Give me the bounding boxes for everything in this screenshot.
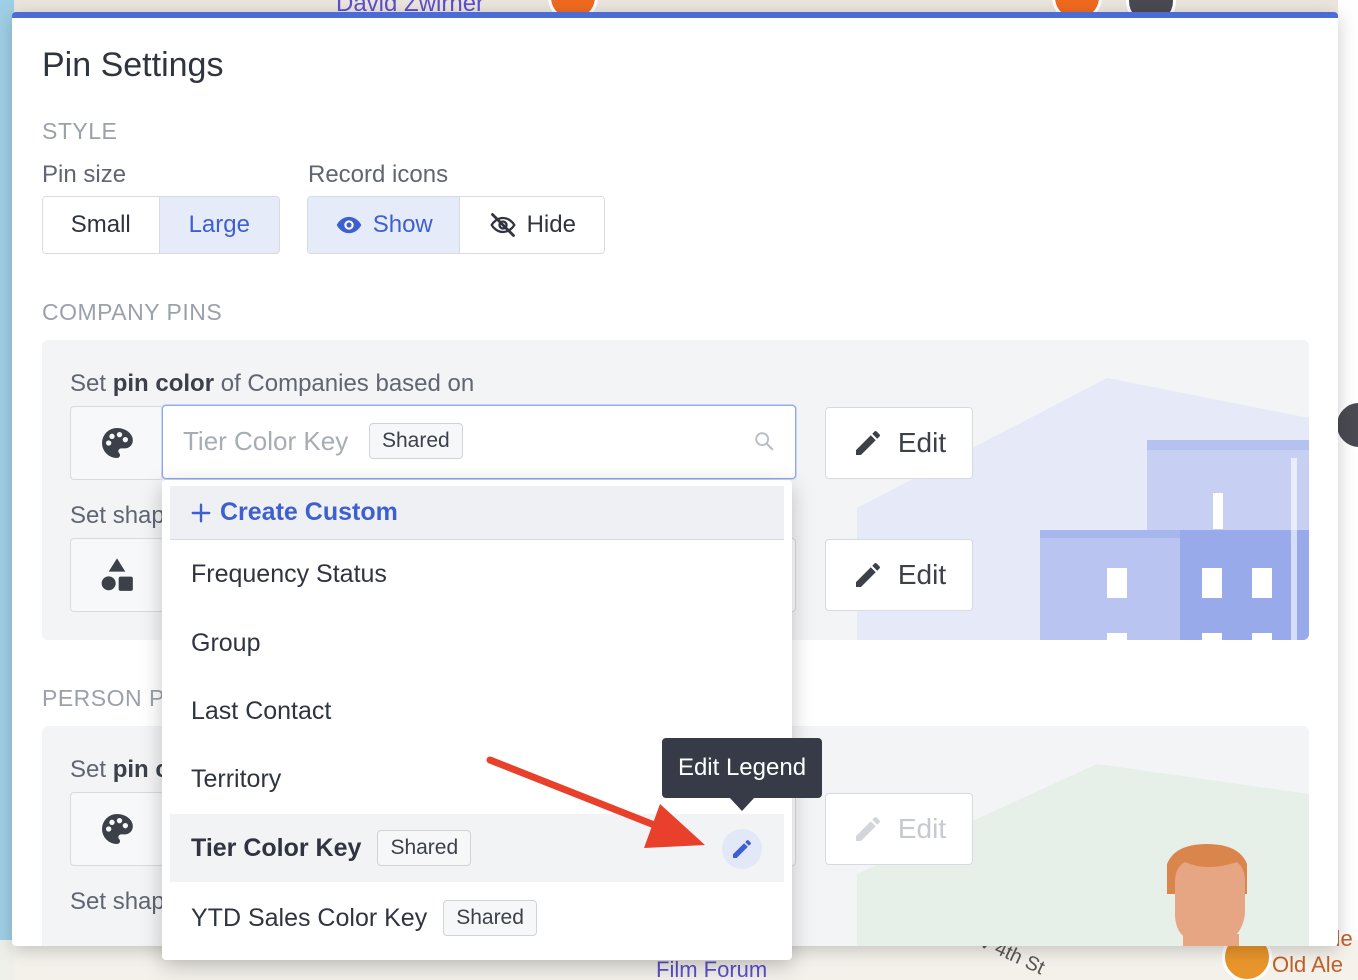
pin-size-small-button[interactable]: Small — [43, 197, 159, 253]
company-color-select[interactable]: Tier Color Key Shared — [162, 405, 796, 479]
item-label: Frequency Status — [191, 559, 387, 588]
shapes-icon — [101, 558, 133, 591]
edit-shape-button[interactable]: Edit — [825, 539, 973, 611]
edit-legend-tooltip: Edit Legend — [662, 738, 822, 798]
map-label-bar-2: Old Ale — [1272, 952, 1343, 977]
pencil-icon — [855, 817, 880, 841]
pencil-icon — [855, 431, 880, 455]
style-section-label: STYLE — [42, 118, 118, 144]
map-road — [1338, 0, 1358, 980]
create-custom-option[interactable]: Create Custom — [170, 486, 784, 540]
dropdown-item-ytd-sales-color-key[interactable]: YTD Sales Color Key Shared — [170, 884, 784, 952]
edit-label: Edit — [897, 813, 947, 844]
person-pins-section-label: PERSON P — [42, 685, 165, 711]
palette-icon-box — [70, 406, 164, 480]
hide-label: Hide — [526, 211, 576, 238]
edit-label: Edit — [897, 559, 947, 590]
pin-size-label: Pin size — [42, 161, 127, 188]
pencil-icon — [733, 840, 751, 858]
eye-icon — [336, 216, 361, 234]
pencil-icon — [855, 563, 880, 587]
label-text: Set — [70, 370, 107, 397]
dropdown-item-group[interactable]: Group — [170, 609, 784, 677]
palette-icon — [102, 428, 133, 458]
pin-color-dropdown: Create Custom Frequency Status Group Las… — [162, 480, 792, 960]
label-bold: pin color — [112, 370, 215, 397]
shared-badge: Shared — [369, 423, 463, 459]
shared-badge: Shared — [443, 900, 537, 936]
plus-icon — [191, 503, 211, 522]
record-icons-show-button[interactable]: Show — [308, 197, 460, 253]
item-label: Group — [191, 628, 261, 657]
edit-label: Edit — [897, 427, 947, 458]
label-text: of Companies based on — [220, 370, 475, 397]
company-shape-label: Set shap — [70, 502, 165, 529]
shapes-icon-box — [70, 538, 164, 612]
edit-color-button[interactable]: Edit — [825, 407, 973, 479]
panel-title: Pin Settings — [42, 46, 224, 84]
person-shape-label: Set shap — [70, 888, 165, 915]
item-label: Last Contact — [191, 696, 332, 725]
create-custom-label: Create Custom — [220, 498, 398, 526]
select-value: Tier Color Key — [183, 426, 349, 456]
eye-slash-icon — [489, 213, 516, 237]
map-label-cinema: Film Forum — [656, 957, 768, 980]
item-label: Tier Color Key — [191, 833, 362, 862]
palette-icon — [102, 814, 133, 844]
record-icons-hide-button[interactable]: Hide — [459, 197, 604, 253]
edit-legend-button[interactable] — [722, 829, 762, 869]
company-pins-section-label: COMPANY PINS — [42, 299, 223, 325]
palette-icon-box — [70, 792, 164, 866]
pin-size-toggle: Small Large — [42, 196, 280, 254]
dropdown-item-frequency-status[interactable]: Frequency Status — [170, 540, 784, 608]
item-label: Territory — [191, 764, 282, 793]
person-color-label: Set pin c — [70, 756, 169, 784]
pin-size-large-button[interactable]: Large — [158, 197, 279, 253]
label-text: Set — [70, 756, 107, 783]
dropdown-item-last-contact[interactable]: Last Contact — [170, 677, 784, 745]
tooltip-caret — [729, 797, 755, 811]
edit-person-color-button[interactable]: Edit — [825, 793, 973, 865]
item-label: YTD Sales Color Key — [191, 903, 428, 932]
record-icons-label: Record icons — [308, 161, 449, 188]
show-label: Show — [372, 211, 433, 238]
label-bold: pin c — [112, 756, 169, 783]
search-icon — [755, 432, 774, 451]
company-color-label: Set pin color of Companies based on — [70, 370, 474, 398]
record-icons-toggle: Show Hide — [307, 196, 605, 254]
shared-badge: Shared — [377, 830, 472, 866]
dropdown-item-tier-color-key[interactable]: Tier Color Key Shared — [170, 814, 784, 882]
